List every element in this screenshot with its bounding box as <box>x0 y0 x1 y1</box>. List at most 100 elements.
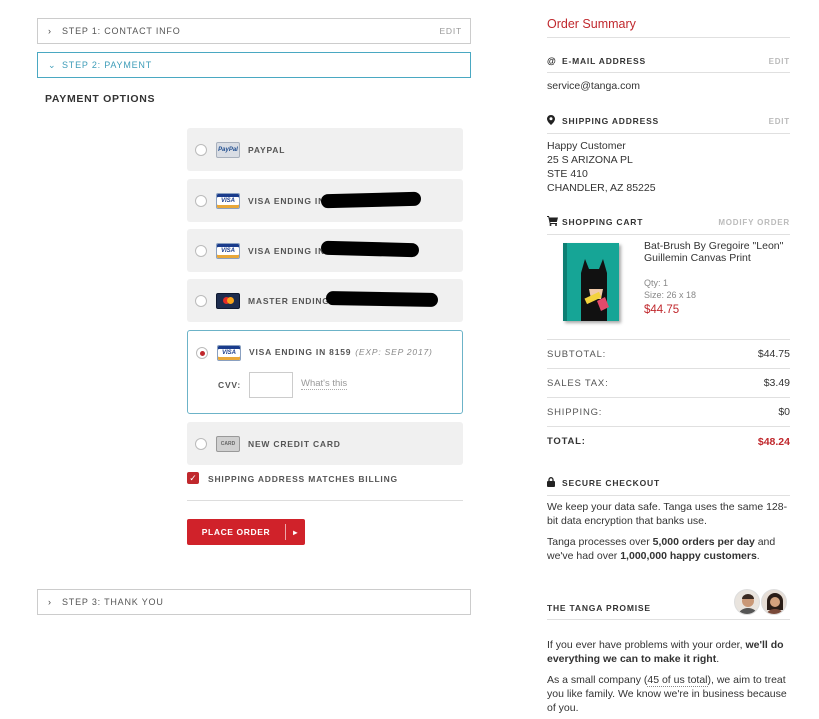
place-order-button[interactable]: PLACE ORDER ▸ <box>187 519 305 545</box>
order-summary-title: Order Summary <box>547 17 790 38</box>
product-size: Size: 26 x 18 <box>644 290 697 300</box>
radio-button[interactable] <box>195 437 207 450</box>
shipping-match-label: SHIPPING ADDRESS MATCHES BILLING <box>208 474 398 484</box>
shipping-edit-link[interactable]: EDIT <box>769 117 790 126</box>
total-label: TOTAL: <box>547 436 586 447</box>
visa-card-icon: VISA <box>216 192 240 209</box>
email-heading: @ E-MAIL ADDRESS EDIT <box>547 56 790 73</box>
payment-option-label: VISA ENDING IN <box>248 245 326 256</box>
total-row: TOTAL: $48.24 <box>547 427 790 456</box>
subtotal-value: $44.75 <box>757 348 790 360</box>
product-qty: Qty: 1 <box>644 278 669 288</box>
shipping-heading-label: SHIPPING ADDRESS <box>562 116 660 126</box>
redaction-mark <box>320 240 420 258</box>
payment-option-new-card[interactable]: CARD NEW CREDIT CARD <box>187 422 463 465</box>
secure-checkout-heading: SECURE CHECKOUT <box>547 477 790 496</box>
sales-tax-label: SALES TAX: <box>547 377 609 389</box>
shipping-match-checkbox[interactable]: ✓ <box>187 472 199 484</box>
tanga-promise-label: THE TANGA PROMISE <box>547 603 651 613</box>
address-line: CHANDLER, AZ 85225 <box>547 182 656 194</box>
chevron-right-icon: › <box>48 26 52 36</box>
step-1-contact-info[interactable]: › STEP 1: CONTACT INFO EDIT <box>37 18 471 44</box>
product-name-line2: Guillemin Canvas Print <box>644 252 751 264</box>
cvv-label: CVV: <box>218 380 242 390</box>
redaction-mark <box>320 191 422 209</box>
cart-heading: SHOPPING CART MODIFY ORDER <box>547 216 790 235</box>
product-name-line1: Bat-Brush By Gregoire "Leon" <box>644 240 784 252</box>
text-fragment: If you ever have problems with your orde… <box>547 639 746 651</box>
sales-tax-value: $3.49 <box>763 377 790 389</box>
text-fragment: . <box>756 550 760 562</box>
payment-option-paypal[interactable]: PayPal PAYPAL <box>187 128 463 171</box>
email-edit-link[interactable]: EDIT <box>769 57 790 66</box>
text-fragment: . <box>716 653 720 665</box>
product-price: $44.75 <box>644 304 680 316</box>
shipping-row: SHIPPING: $0 <box>547 398 790 427</box>
subtotal-label: SUBTOTAL: <box>547 348 607 360</box>
subtotal-row: SUBTOTAL: $44.75 <box>547 340 790 369</box>
promise-text-1: If you ever have problems with your orde… <box>547 638 790 666</box>
address-line: Happy Customer <box>547 140 626 152</box>
step-1-edit-link[interactable]: EDIT <box>439 26 462 36</box>
secure-checkout-label: SECURE CHECKOUT <box>562 478 660 488</box>
secure-text-1: We keep your data safe. Tanga uses the s… <box>547 501 788 527</box>
visa-card-icon: VISA <box>217 345 241 361</box>
payment-option-label: VISA ENDING IN <box>248 195 326 206</box>
step-2-payment[interactable]: ⌄ STEP 2: PAYMENT <box>37 52 471 78</box>
cvv-input[interactable] <box>249 372 293 398</box>
payment-option-label: MASTER ENDING <box>248 295 330 306</box>
team-size-link[interactable]: 45 of us total <box>647 674 708 687</box>
payment-option-label: PAYPAL <box>248 144 286 155</box>
step-1-label: STEP 1: CONTACT INFO <box>62 26 181 36</box>
product-name[interactable]: Bat-Brush By Gregoire "Leon" Guillemin C… <box>644 240 794 264</box>
radio-button-selected[interactable] <box>196 347 208 359</box>
modify-order-link[interactable]: MODIFY ORDER <box>718 218 790 227</box>
payment-option-visa-8159[interactable]: VISA VISA ENDING IN 8159 (EXP: SEP 2017)… <box>187 330 463 414</box>
secure-text-2: Tanga processes over 5,000 orders per da… <box>547 535 790 563</box>
text-fragment: Tanga processes over <box>547 536 653 548</box>
email-heading-label: E-MAIL ADDRESS <box>562 56 646 66</box>
step-3-thank-you[interactable]: › STEP 3: THANK YOU <box>37 589 471 615</box>
payment-option-label: NEW CREDIT CARD <box>248 438 341 449</box>
avatar <box>734 589 760 615</box>
shipping-cost-value: $0 <box>778 406 790 418</box>
shipping-address: Happy Customer 25 S ARIZONA PL STE 410 C… <box>547 139 790 195</box>
chevron-down-icon: ⌄ <box>48 59 57 70</box>
step-3-label: STEP 3: THANK YOU <box>62 597 164 607</box>
shipping-cost-label: SHIPPING: <box>547 406 603 418</box>
radio-button[interactable] <box>195 294 207 307</box>
redaction-mark <box>325 291 439 307</box>
at-sign-icon: @ <box>547 56 557 66</box>
address-line: STE 410 <box>547 168 588 180</box>
lock-icon <box>547 477 558 489</box>
place-order-label: PLACE ORDER <box>201 527 271 537</box>
cart-heading-label: SHOPPING CART <box>562 217 644 227</box>
visa-card-icon: VISA <box>216 242 240 259</box>
total-value: $48.24 <box>757 435 790 448</box>
radio-button[interactable] <box>195 194 207 207</box>
radio-button[interactable] <box>195 244 207 257</box>
credit-card-icon: CARD <box>216 435 240 452</box>
happy-customers: 1,000,000 happy customers <box>620 550 757 562</box>
payment-option-label: VISA ENDING IN 8159 <box>249 347 352 357</box>
orders-per-day: 5,000 orders per day <box>652 536 755 548</box>
step-2-label: STEP 2: PAYMENT <box>62 60 153 70</box>
radio-button[interactable] <box>195 143 207 156</box>
chevron-right-icon: › <box>48 597 52 607</box>
avatar <box>761 589 787 615</box>
cart-icon <box>547 216 558 228</box>
divider <box>187 500 463 501</box>
product-thumbnail[interactable] <box>563 243 619 321</box>
promise-text-2: As a small company (45 of us total), we … <box>547 673 790 715</box>
card-expiry: (EXP: SEP 2017) <box>355 347 433 357</box>
mastercard-icon <box>216 292 240 309</box>
sales-tax-row: SALES TAX: $3.49 <box>547 369 790 398</box>
map-pin-icon <box>547 115 558 127</box>
text-fragment: As a small company ( <box>547 674 648 686</box>
address-line: 25 S ARIZONA PL <box>547 154 633 166</box>
email-value: service@tanga.com <box>547 80 640 92</box>
shipping-heading: SHIPPING ADDRESS EDIT <box>547 115 790 134</box>
play-arrow-icon: ▸ <box>293 527 298 537</box>
cvv-help-link[interactable]: What's this <box>301 378 348 390</box>
payment-options-title: PAYMENT OPTIONS <box>45 93 156 105</box>
